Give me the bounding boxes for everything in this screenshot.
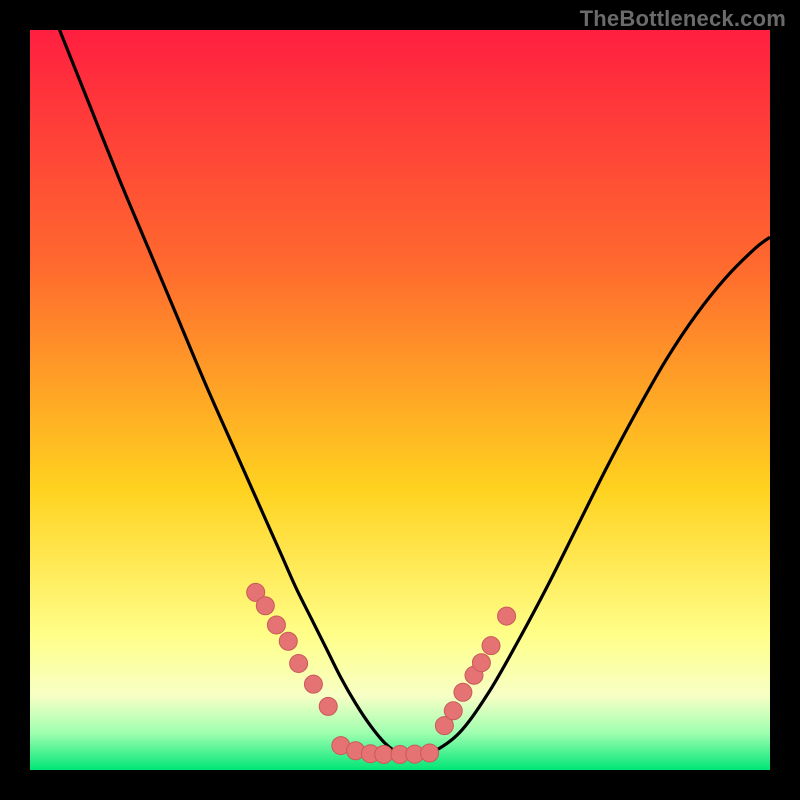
- data-marker: [498, 607, 516, 625]
- data-marker: [454, 683, 472, 701]
- data-marker: [279, 632, 297, 650]
- data-marker: [472, 654, 490, 672]
- bottleneck-chart: [30, 30, 770, 770]
- data-marker: [444, 702, 462, 720]
- chart-frame: TheBottleneck.com: [0, 0, 800, 800]
- data-marker: [482, 637, 500, 655]
- data-marker: [304, 675, 322, 693]
- data-marker: [267, 616, 285, 634]
- data-marker: [421, 744, 439, 762]
- data-marker: [375, 745, 393, 763]
- data-marker: [319, 697, 337, 715]
- attribution-label: TheBottleneck.com: [580, 6, 786, 32]
- gradient-background: [30, 30, 770, 770]
- data-marker: [256, 597, 274, 615]
- data-marker: [290, 654, 308, 672]
